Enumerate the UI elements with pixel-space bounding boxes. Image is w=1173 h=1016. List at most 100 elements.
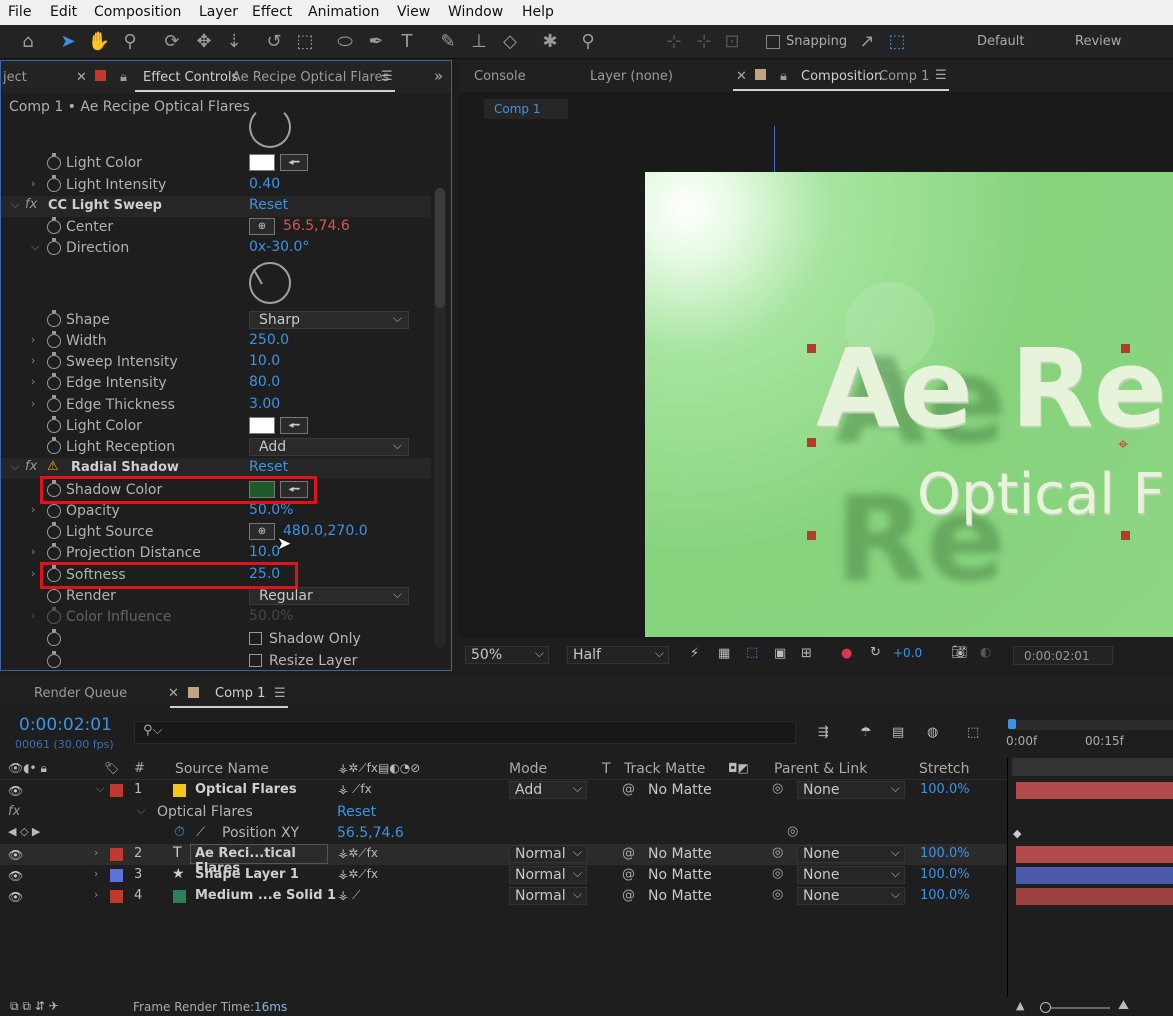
stopwatch-icon[interactable]	[47, 352, 61, 369]
comp-subtab[interactable]: Comp 1	[484, 99, 568, 119]
work-area-bar[interactable]	[1012, 720, 1173, 730]
zoom-slider[interactable]	[1040, 1002, 1110, 1013]
parent-header[interactable]: Parent & Link	[774, 761, 867, 777]
reset-link[interactable]: Reset	[249, 459, 288, 475]
resolution-dropdown[interactable]: Half	[567, 645, 669, 664]
eye-icon[interactable]: 👁︎	[8, 784, 23, 798]
eye-icon[interactable]: 👁︎	[8, 869, 23, 883]
pickwhip-icon[interactable]: ◎	[787, 824, 798, 839]
layer-name[interactable]: Ae Reci...tical Flares	[190, 844, 328, 876]
matte-pickwhip-icon[interactable]: @	[622, 867, 635, 882]
color-swatch[interactable]	[249, 154, 275, 171]
layer-row-2[interactable]: 👁︎ › 2 T Ae Reci...tical Flares ⚶✲⟋fx No…	[0, 844, 1008, 876]
blend-mode-dropdown[interactable]: Add	[509, 780, 587, 799]
puppet-tool-icon[interactable]: ✱	[538, 30, 562, 54]
menu-view[interactable]: View	[397, 4, 430, 20]
current-time[interactable]: 0:00:02:01	[19, 715, 112, 735]
twirl-icon[interactable]: ›	[31, 545, 35, 558]
lock-icon[interactable]: 🔒︎	[780, 69, 787, 84]
axis-world-icon[interactable]: ⊹	[692, 30, 716, 54]
tab-project[interactable]: ject	[3, 70, 27, 85]
draft-3d-icon[interactable]: ☂	[860, 725, 872, 740]
layer-name[interactable]: Shape Layer 1	[195, 867, 299, 882]
stopwatch-icon[interactable]	[47, 416, 61, 433]
blend-mode-dropdown[interactable]: Normal	[509, 865, 587, 884]
tab-timeline-comp[interactable]: Comp 1	[215, 686, 265, 701]
stopwatch-icon[interactable]	[47, 373, 61, 390]
stopwatch-icon[interactable]	[47, 331, 61, 348]
snap-edge-icon[interactable]: ↗	[855, 30, 879, 54]
axis-local-icon[interactable]: ⊹	[662, 30, 686, 54]
transparency-grid-icon[interactable]: ▦	[718, 646, 730, 661]
twirl-open-icon[interactable]: ⌵	[11, 460, 19, 474]
zoom-tool-icon[interactable]: ⚲	[118, 30, 142, 54]
resize-layer-checkbox[interactable]	[249, 654, 262, 667]
close-icon[interactable]: ✕	[736, 69, 747, 84]
source-name-header[interactable]: Source Name	[175, 761, 269, 777]
crosshair-icon[interactable]: ⊕	[249, 218, 275, 235]
stopwatch-icon[interactable]	[47, 629, 61, 646]
label-color-icon[interactable]	[110, 869, 123, 882]
parent-dropdown[interactable]: None	[797, 780, 905, 799]
workspace-default[interactable]: Default	[977, 34, 1025, 49]
prop-value[interactable]: 56.5,74.6	[337, 825, 404, 841]
twirl-icon[interactable]: ›	[31, 333, 35, 346]
motion-blur-icon[interactable]: ◍	[927, 725, 938, 740]
light-reception-dropdown[interactable]: Add	[249, 437, 409, 456]
prop-value[interactable]: 0.40	[249, 176, 280, 192]
eyedropper-icon[interactable]: ◂━	[280, 154, 308, 171]
composition-viewer[interactable]: Ae Re Ae Re Optical F ⌖	[645, 172, 1173, 637]
render-dropdown[interactable]: Regular	[249, 586, 409, 605]
matte-pickwhip-icon[interactable]: @	[622, 888, 635, 903]
bbox-handle[interactable]	[807, 438, 816, 447]
layer-bar-1[interactable]	[1016, 782, 1173, 799]
ellipse-tool-icon[interactable]: ⬭	[333, 30, 357, 54]
orbit-camera-icon[interactable]: ⟳	[160, 30, 184, 54]
exposure-reset-icon[interactable]: ↻	[870, 645, 881, 660]
bbox-handle[interactable]	[1121, 344, 1130, 353]
panel-overflow-icon[interactable]: »	[434, 67, 443, 85]
tab-effect-layer[interactable]: Ae Recipe Optical Flares	[232, 70, 389, 85]
track-matte-dropdown[interactable]: No Matte	[648, 846, 712, 862]
twirl-icon[interactable]: ›	[31, 503, 35, 516]
anchor-point-icon[interactable]: ⌖	[1118, 434, 1128, 455]
brush-tool-icon[interactable]: ✎	[436, 30, 460, 54]
stopwatch-icon[interactable]	[47, 543, 61, 560]
frame-blending-icon[interactable]: ▤	[892, 725, 904, 740]
prop-value[interactable]: 10.0	[249, 544, 280, 560]
color-swatch[interactable]	[249, 417, 275, 434]
zoom-out-icon[interactable]: ▲	[1016, 999, 1024, 1012]
stretch-value[interactable]: 100.0%	[920, 867, 970, 882]
show-snapshot-icon[interactable]: ◐	[980, 645, 991, 660]
panel-menu-icon[interactable]: ☰	[381, 69, 393, 84]
prop-value[interactable]: 480.0,270.0	[283, 523, 368, 539]
eraser-tool-icon[interactable]: ◇	[498, 30, 522, 54]
layer-row-1[interactable]: 👁︎ ⌵ 1 Optical Flares ⚶ ⟋fx Add @ No Mat…	[0, 780, 1008, 801]
stopwatch-icon[interactable]	[47, 153, 61, 170]
workspace-review[interactable]: Review	[1075, 34, 1121, 49]
twirl-icon[interactable]: ›	[31, 354, 35, 367]
blend-mode-dropdown[interactable]: Normal	[509, 844, 587, 863]
keyframe-icon[interactable]: ◆	[1013, 827, 1021, 840]
keyframe-nav-icon[interactable]: ◀ ◇ ▶	[8, 825, 40, 838]
snap-grid-icon[interactable]: ⬚	[885, 30, 909, 54]
stopwatch-icon[interactable]	[47, 175, 61, 192]
reset-link[interactable]: Reset	[249, 197, 288, 213]
matte-pickwhip-icon[interactable]: @	[622, 782, 635, 797]
playhead-handle[interactable]	[1008, 719, 1016, 729]
graph-icon[interactable]: ⟋	[196, 825, 205, 840]
twirl-icon[interactable]: ›	[94, 867, 98, 880]
fx-icon[interactable]: fx	[25, 197, 37, 212]
stopwatch-icon[interactable]	[47, 501, 61, 518]
twirl-icon[interactable]: ›	[31, 397, 35, 410]
menu-file[interactable]: File	[8, 4, 31, 20]
tab-console[interactable]: Console	[474, 69, 526, 84]
dolly-camera-icon[interactable]: ⇣	[222, 30, 246, 54]
grid-guides-icon[interactable]: ⊞	[801, 646, 812, 661]
menu-effect[interactable]: Effect	[252, 4, 292, 20]
menu-animation[interactable]: Animation	[308, 4, 379, 20]
menu-help[interactable]: Help	[522, 4, 554, 20]
stretch-header[interactable]: Stretch	[919, 761, 970, 777]
stopwatch-icon[interactable]	[47, 310, 61, 327]
twirl-icon[interactable]: ›	[31, 609, 35, 622]
